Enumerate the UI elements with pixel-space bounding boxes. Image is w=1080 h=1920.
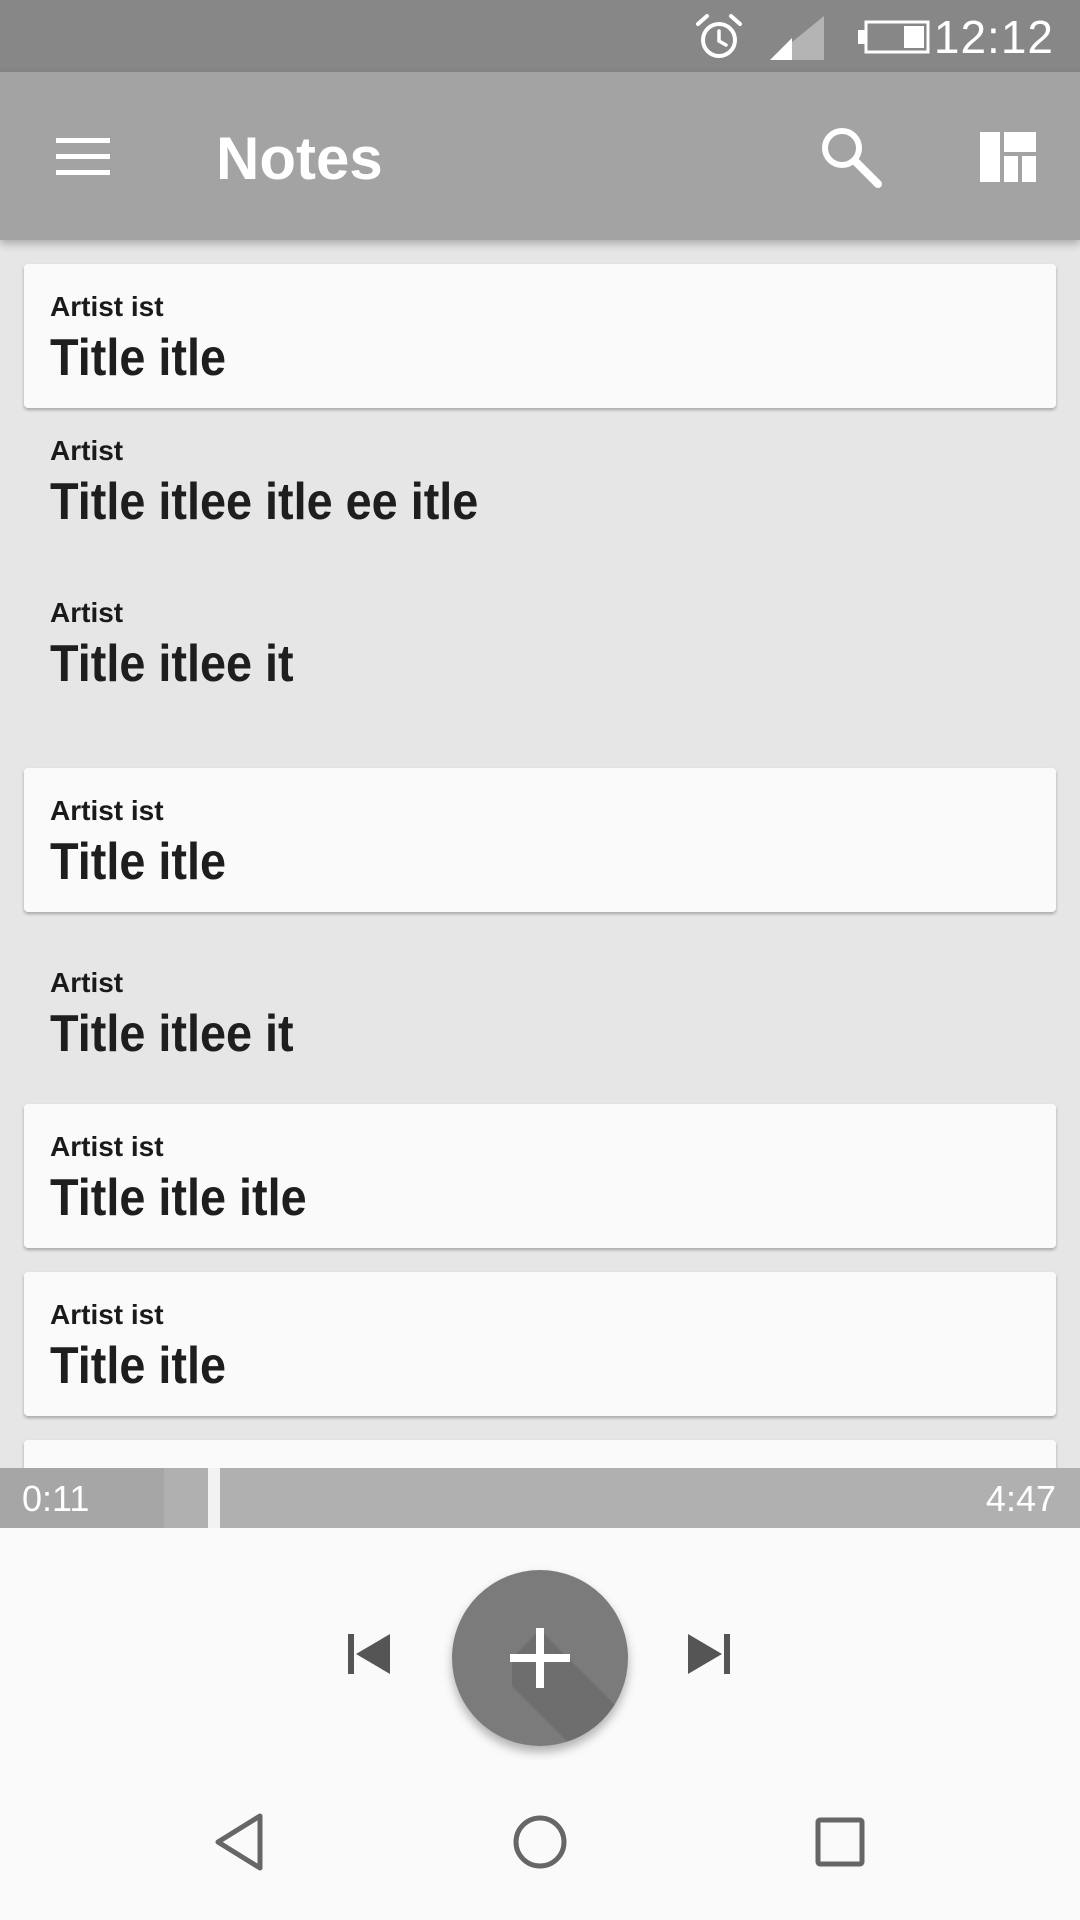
note-artist: Artist ist xyxy=(50,1131,164,1162)
player-controls xyxy=(0,1528,1080,1760)
note-title: Title itle xyxy=(50,1337,226,1395)
note-card[interactable]: Artist ist Title itle xyxy=(24,768,1056,912)
note-artist: Artist ist xyxy=(50,1299,164,1330)
add-button[interactable] xyxy=(452,1570,628,1746)
note-artist: Artist ist xyxy=(50,795,164,826)
recents-icon[interactable] xyxy=(808,1810,872,1874)
note-title: Title itle itle xyxy=(50,1169,307,1227)
clock-time: 12:12 xyxy=(933,11,1054,63)
note-artist: Artist ist xyxy=(50,291,164,322)
screen: 12:12 Notes Artist ist Title itle Artist Ti… xyxy=(0,0,1080,1920)
search-icon[interactable] xyxy=(818,124,884,190)
note-card[interactable] xyxy=(24,1440,1056,1468)
menu-icon[interactable] xyxy=(50,124,118,188)
note-title: Title itlee itle ee itle xyxy=(50,473,479,531)
note-card[interactable]: Artist ist Title itle xyxy=(24,1272,1056,1416)
skip-next-icon[interactable] xyxy=(684,1630,732,1678)
back-icon[interactable] xyxy=(208,1810,272,1874)
note-card[interactable]: Artist ist Title itle itle xyxy=(24,1104,1056,1248)
skip-previous-icon[interactable] xyxy=(346,1630,394,1678)
progress-thumb[interactable] xyxy=(208,1468,220,1528)
cell-signal-icon xyxy=(770,16,824,60)
total-duration: 4:47 xyxy=(985,1478,1056,1519)
dashboard-layout-icon[interactable] xyxy=(980,132,1036,182)
playback-progress-bar[interactable]: 0:11 4:47 xyxy=(0,1468,1080,1528)
battery-icon xyxy=(858,20,930,54)
note-item[interactable]: Artist Title itlee it xyxy=(24,940,1056,1084)
home-icon[interactable] xyxy=(508,1810,572,1874)
note-title: Title itle xyxy=(50,833,226,891)
notes-list: Artist ist Title itle Artist Title itlee it… xyxy=(0,240,1080,1468)
note-title: Title itlee it xyxy=(50,635,294,693)
note-artist: Artist xyxy=(50,435,124,466)
elapsed-time: 0:11 xyxy=(22,1478,90,1519)
alarm-icon xyxy=(696,14,742,58)
note-item[interactable]: Artist Title itlee itle ee itle xyxy=(24,408,1056,552)
app-bar: Notes xyxy=(0,72,1080,240)
note-item[interactable]: Artist Title itlee it xyxy=(24,570,1056,714)
add-icon xyxy=(510,1628,628,1746)
note-card[interactable]: Artist ist Title itle xyxy=(24,264,1056,408)
system-nav-bar xyxy=(0,1760,1080,1920)
app-title: Notes xyxy=(216,125,383,192)
note-title: Title itle xyxy=(50,329,226,387)
note-artist: Artist xyxy=(50,597,124,628)
note-title: Title itlee it xyxy=(50,1005,294,1063)
status-bar: 12:12 xyxy=(0,0,1080,72)
note-artist: Artist xyxy=(50,967,124,998)
